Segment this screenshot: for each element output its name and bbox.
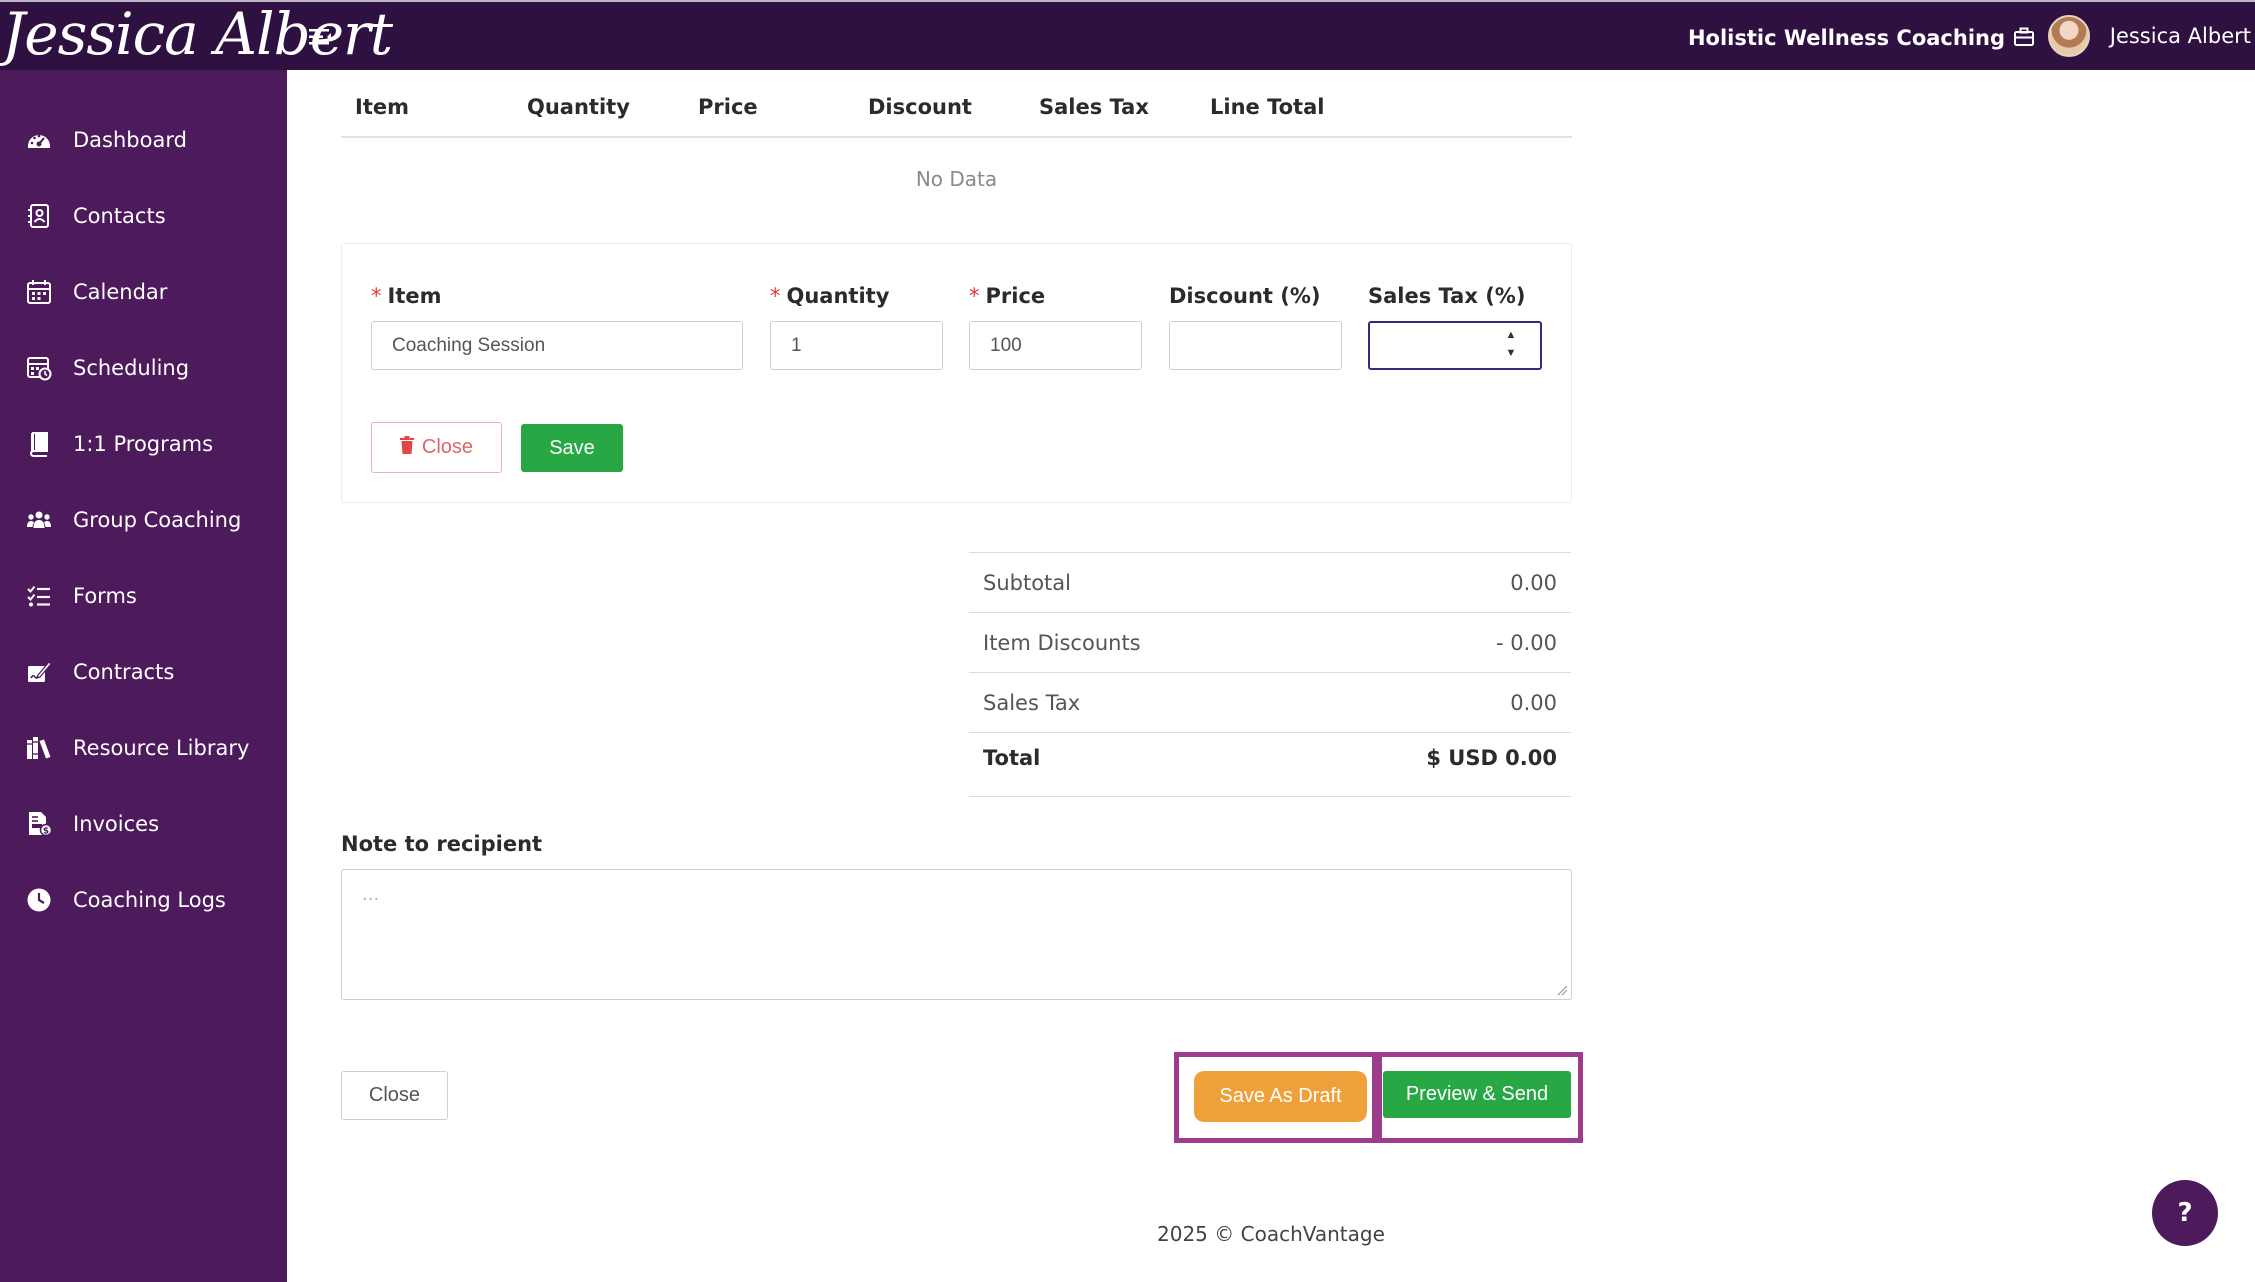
footer-copyright: 2025 © CoachVantage [1157,1222,1385,1246]
sales-tax-summary-label: Sales Tax [983,691,1081,715]
close-line-item-button[interactable]: Close [371,422,502,473]
sales-tax-label: Sales Tax (%) [1368,284,1526,308]
summary-divider [969,672,1571,673]
price-label: * Price [969,284,1046,308]
top-bar: Jessica Albert Holistic Wellness Coachin… [0,0,2255,70]
sidebar-item-label: Dashboard [73,128,187,152]
menu-toggle-icon[interactable] [307,24,335,50]
sales-tax-summary-value: 0.00 [1510,691,1557,715]
column-header-item: Item [355,95,409,119]
item-discounts-label: Item Discounts [983,631,1141,655]
forms-icon [26,583,52,609]
calendar-icon [26,279,52,305]
column-header-sales-tax: Sales Tax [1039,95,1149,119]
sidebar-item-label: Contacts [73,204,166,228]
close-button[interactable]: Close [341,1071,448,1120]
sidebar-item-contracts[interactable]: Contracts [0,642,287,702]
sidebar-item-label: Scheduling [73,356,190,380]
sidebar-item-label: Invoices [73,812,160,836]
required-mark: * [770,284,781,308]
close-line-item-label: Close [421,436,474,458]
spinner-up-icon[interactable]: ▲ [1500,326,1522,344]
sidebar-item-label: Contracts [73,660,175,684]
sidebar-item-programs[interactable]: 1:1 Programs [0,414,287,474]
summary-divider [969,552,1571,553]
scheduling-icon [26,355,52,381]
book-icon [26,431,52,457]
sidebar-item-coaching-logs[interactable]: Coaching Logs [0,870,287,930]
number-spinner[interactable]: ▲ ▼ [1500,326,1522,366]
subtotal-label: Subtotal [983,571,1071,595]
sidebar-item-dashboard[interactable]: Dashboard [0,110,287,170]
sidebar-item-forms[interactable]: Forms [0,566,287,626]
sidebar-item-group-coaching[interactable]: Group Coaching [0,490,287,550]
sidebar-item-label: Coaching Logs [73,888,226,912]
item-label: * Item [371,284,442,308]
summary-divider [969,612,1571,613]
sidebar-item-resource-library[interactable]: Resource Library [0,718,287,778]
sidebar-item-contacts[interactable]: Contacts [0,186,287,246]
column-header-quantity: Quantity [527,95,630,119]
item-discounts-value: - 0.00 [1495,631,1557,655]
invoice-icon: $ [26,811,52,837]
sidebar-item-label: Group Coaching [73,508,242,532]
note-textarea[interactable]: ... [341,869,1572,1000]
sidebar-item-label: Resource Library [73,736,250,760]
note-placeholder: ... [362,884,380,905]
discount-label: Discount (%) [1169,284,1321,308]
svg-text:$: $ [43,827,49,837]
dashboard-icon [26,127,52,153]
required-mark: * [969,284,980,308]
save-as-draft-button[interactable]: Save As Draft [1194,1071,1367,1122]
summary-divider [969,796,1571,797]
item-input[interactable]: Coaching Session [371,321,743,370]
sidebar-item-label: 1:1 Programs [73,432,214,456]
sidebar-item-scheduling[interactable]: Scheduling [0,338,287,398]
group-icon [26,507,52,533]
discount-input[interactable] [1169,321,1342,370]
spinner-down-icon[interactable]: ▼ [1500,344,1522,362]
help-button[interactable]: ? [2152,1180,2218,1246]
required-mark: * [371,284,382,308]
total-label: Total [983,746,1041,770]
column-header-line-total: Line Total [1210,95,1325,119]
user-name[interactable]: Jessica Albert [2110,24,2251,48]
contacts-icon [26,203,52,229]
avatar[interactable] [2048,15,2090,57]
trash-icon [399,435,414,460]
table-header-divider [341,136,1572,138]
sidebar-item-invoices[interactable]: $ Invoices [0,794,287,854]
price-input[interactable]: 100 [969,321,1142,370]
column-header-price: Price [698,95,758,119]
org-name[interactable]: Holistic Wellness Coaching [1688,26,2005,50]
preview-send-button[interactable]: Preview & Send [1383,1071,1571,1118]
clock-icon [26,887,52,913]
quantity-input[interactable]: 1 [770,321,943,370]
sales-tax-input[interactable]: ▲ ▼ [1368,321,1542,370]
sidebar-item-label: Calendar [73,280,168,304]
subtotal-value: 0.00 [1510,571,1557,595]
total-value: $ USD 0.00 [1426,746,1557,770]
save-line-item-button[interactable]: Save [521,424,623,472]
sidebar-item-calendar[interactable]: Calendar [0,262,287,322]
quantity-label: * Quantity [770,284,890,308]
library-icon [26,735,52,761]
empty-table-message: No Data [915,167,998,191]
resize-handle-icon[interactable] [1556,984,1568,996]
contract-icon [26,659,52,685]
sidebar: Dashboard Contacts Calendar Scheduling 1… [0,70,287,1282]
summary-divider [969,732,1571,733]
column-header-discount: Discount [868,95,972,119]
sidebar-item-label: Forms [73,584,137,608]
briefcase-icon[interactable] [2013,26,2035,48]
note-label: Note to recipient [341,832,543,856]
